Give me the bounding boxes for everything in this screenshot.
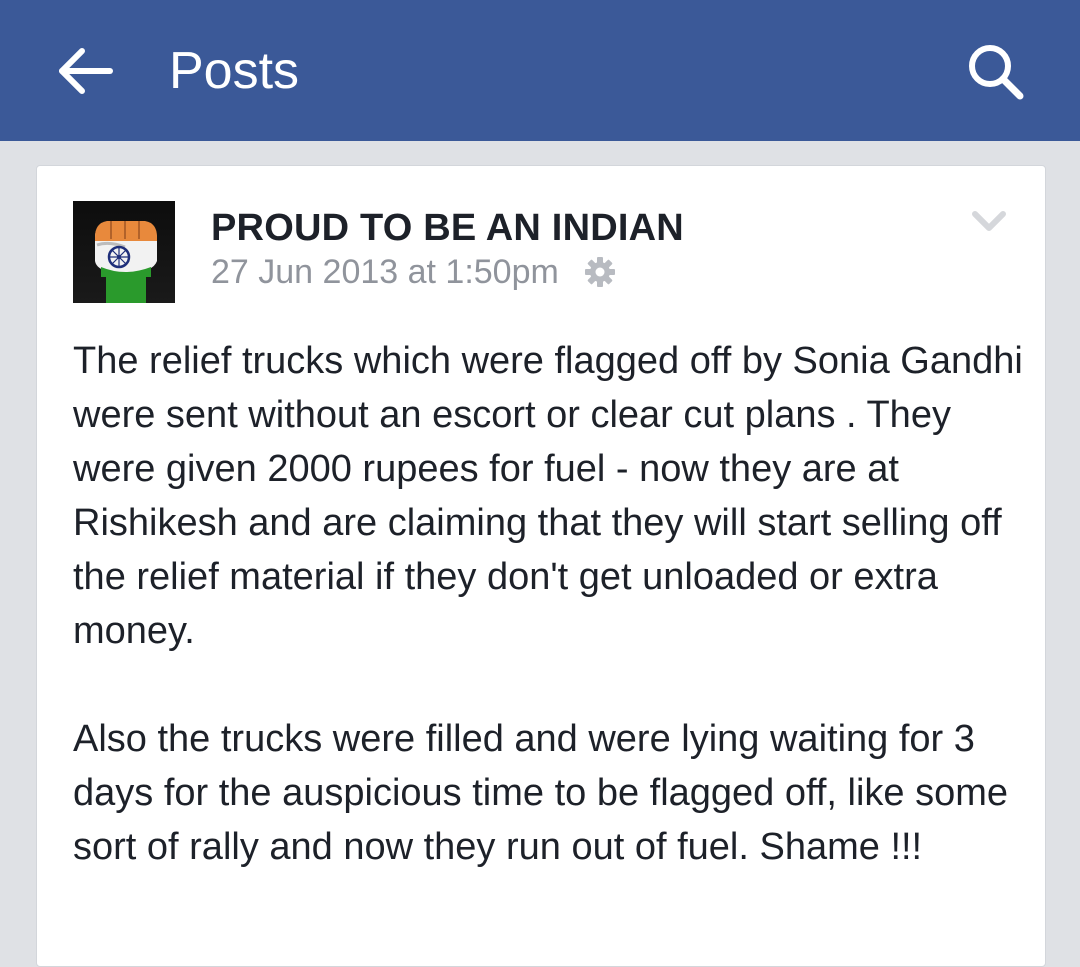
post-meta: 27 Jun 2013 at 1:50pm bbox=[211, 252, 617, 292]
post-author-name[interactable]: PROUD TO BE AN INDIAN bbox=[211, 206, 684, 250]
gear-icon bbox=[584, 257, 615, 287]
post-paragraph: Also the trucks were filled and were lyi… bbox=[73, 718, 1009, 868]
post-options-button[interactable] bbox=[969, 206, 1009, 236]
post-timestamp[interactable]: 27 Jun 2013 at 1:50pm bbox=[211, 252, 559, 292]
search-icon bbox=[969, 45, 1024, 100]
app-header: Posts bbox=[0, 0, 1080, 141]
fist-flag-avatar-image bbox=[73, 201, 175, 303]
post-card: PROUD TO BE AN INDIAN 27 Jun 2013 at 1:5… bbox=[36, 165, 1046, 967]
back-button[interactable] bbox=[52, 38, 118, 104]
arrow-left-icon bbox=[59, 48, 113, 94]
post-paragraph: The relief trucks which were flagged off… bbox=[73, 340, 1023, 652]
chevron-down-icon bbox=[972, 211, 1006, 231]
search-button[interactable] bbox=[960, 36, 1032, 108]
post-body: The relief trucks which were flagged off… bbox=[73, 334, 1023, 874]
page-avatar[interactable] bbox=[73, 201, 175, 303]
page-title: Posts bbox=[169, 42, 300, 100]
